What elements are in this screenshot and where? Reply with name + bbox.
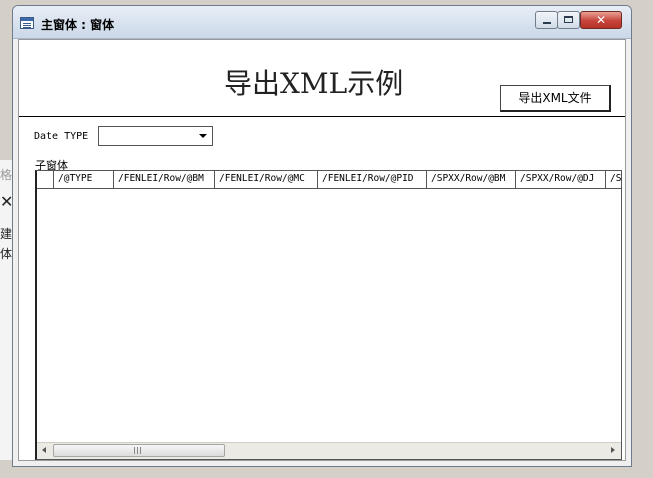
horizontal-scrollbar[interactable] [37,442,621,459]
main-form-window: 主窗体 : 窗体 ✕ 导出XML示例 导出XML文件 Date TYPE 子窗体… [12,5,632,467]
column-header[interactable]: /FENLEI/Row/@PID [318,171,427,188]
column-header[interactable]: /S [606,171,621,188]
form-body: 导出XML示例 导出XML文件 Date TYPE 子窗体 /@TYPE /FE… [18,39,626,461]
form-header: 导出XML示例 导出XML文件 [19,40,625,117]
grip-icon [134,447,141,454]
close-icon: ✕ [595,13,607,27]
datasheet-header-row: /@TYPE /FENLEI/Row/@BM /FENLEI/Row/@MC /… [37,171,621,189]
scroll-right-arrow-icon[interactable] [605,443,621,458]
date-type-combobox[interactable] [98,126,213,146]
form-icon[interactable] [20,17,34,29]
column-header[interactable]: /SPXX/Row/@DJ [516,171,606,188]
background-window-text: 建 [0,227,13,241]
background-window-text: 体 [0,247,13,261]
select-all-cell[interactable] [37,171,54,188]
export-xml-button[interactable]: 导出XML文件 [500,85,611,112]
title-bar[interactable]: 主窗体 : 窗体 ✕ [13,6,631,39]
scrollbar-thumb[interactable] [53,444,225,457]
column-header[interactable]: /@TYPE [54,171,114,188]
column-header[interactable]: /SPXX/Row/@BM [427,171,516,188]
date-type-label: Date TYPE [34,131,89,142]
close-button[interactable]: ✕ [580,11,622,29]
minimize-icon [543,22,551,24]
dropdown-arrow-icon[interactable] [196,129,210,143]
column-header[interactable]: /FENLEI/Row/@MC [215,171,318,188]
subform-datasheet[interactable]: /@TYPE /FENLEI/Row/@BM /FENLEI/Row/@MC /… [35,170,622,460]
maximize-icon [564,16,573,23]
column-header[interactable]: /FENLEI/Row/@BM [114,171,215,188]
window-title: 主窗体 : 窗体 [41,18,115,32]
minimize-button[interactable] [535,11,558,29]
page-title: 导出XML示例 [224,67,404,100]
scroll-left-arrow-icon[interactable] [37,443,53,458]
background-window-text: 格 [0,168,13,182]
maximize-button[interactable] [557,11,580,29]
